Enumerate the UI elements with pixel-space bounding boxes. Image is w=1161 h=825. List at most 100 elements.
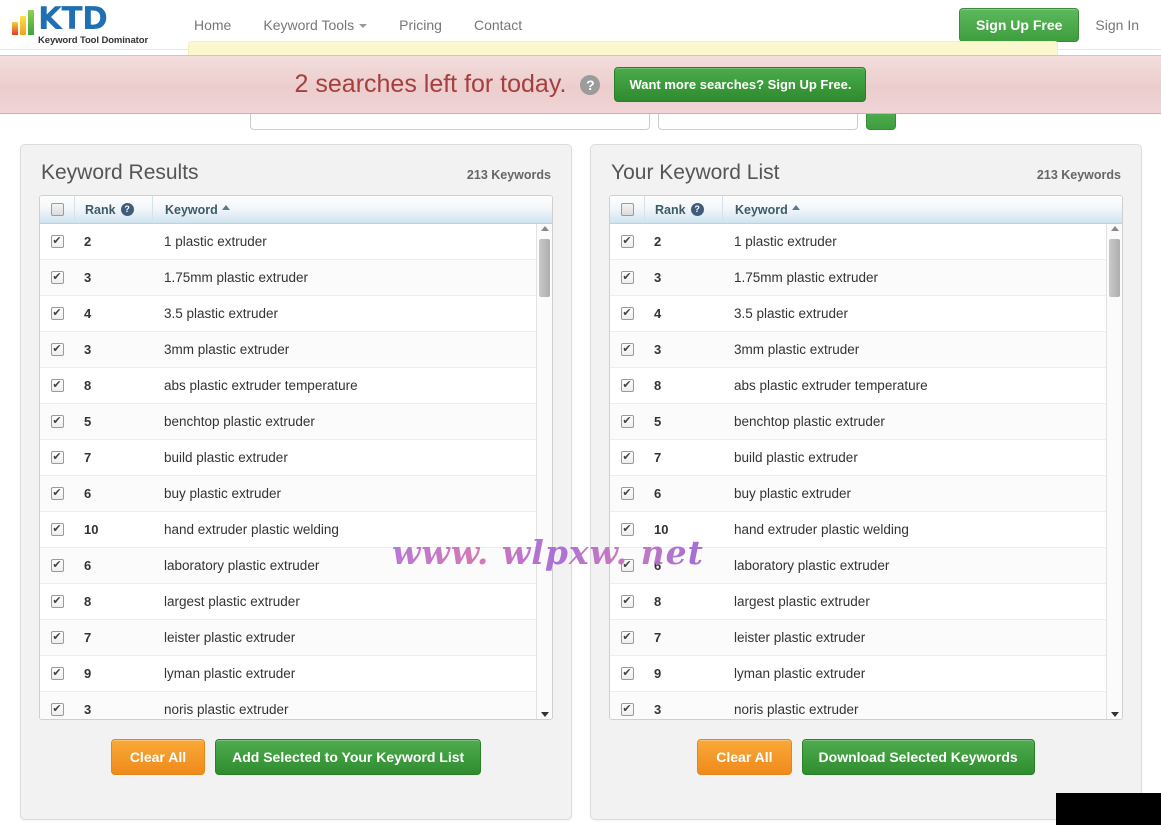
- select-all-list-checkbox[interactable]: [620, 203, 634, 216]
- row-checkbox-cell: ✔: [40, 271, 74, 284]
- table-row[interactable]: ✔ 8 largest plastic extruder: [610, 584, 1106, 620]
- table-row[interactable]: ✔ 7 leister plastic extruder: [610, 620, 1106, 656]
- scroll-track[interactable]: [537, 231, 552, 712]
- table-row[interactable]: ✔ 10 hand extruder plastic welding: [610, 512, 1106, 548]
- table-row[interactable]: ✔ 7 build plastic extruder: [610, 440, 1106, 476]
- row-checkbox-cell: ✔: [610, 415, 644, 428]
- scroll-down-icon[interactable]: [540, 712, 549, 717]
- list-row-checkbox[interactable]: ✔: [620, 631, 634, 644]
- add-selected-to-keyword-list-button[interactable]: Add Selected to Your Keyword List: [215, 739, 482, 775]
- results-row-checkbox[interactable]: ✔: [50, 451, 64, 464]
- row-rank-value: 3: [654, 270, 662, 285]
- table-row[interactable]: ✔ 2 1 plastic extruder: [40, 224, 536, 260]
- rank-help-icon[interactable]: ?: [690, 203, 704, 216]
- list-row-checkbox[interactable]: ✔: [620, 523, 634, 536]
- table-row[interactable]: ✔ 8 largest plastic extruder: [40, 584, 536, 620]
- your-keyword-list-scrollbar[interactable]: [1106, 224, 1122, 719]
- list-rank-column-header[interactable]: Rank ?: [644, 196, 722, 223]
- list-row-checkbox[interactable]: ✔: [620, 487, 634, 500]
- table-row[interactable]: ✔ 10 hand extruder plastic welding: [40, 512, 536, 548]
- table-row[interactable]: ✔ 3 3mm plastic extruder: [40, 332, 536, 368]
- results-row-checkbox[interactable]: ✔: [50, 667, 64, 680]
- scroll-thumb[interactable]: [1109, 239, 1120, 297]
- list-row-checkbox[interactable]: ✔: [620, 595, 634, 608]
- list-row-checkbox[interactable]: ✔: [620, 667, 634, 680]
- results-row-checkbox[interactable]: ✔: [50, 559, 64, 572]
- row-keyword-value: leister plastic extruder: [734, 630, 866, 645]
- list-row-checkbox[interactable]: ✔: [620, 415, 634, 428]
- results-row-checkbox[interactable]: ✔: [50, 235, 64, 248]
- table-row[interactable]: ✔ 6 laboratory plastic extruder: [610, 548, 1106, 584]
- table-row[interactable]: ✔ 6 buy plastic extruder: [40, 476, 536, 512]
- row-keyword-value: noris plastic extruder: [164, 702, 289, 717]
- table-row[interactable]: ✔ 8 abs plastic extruder temperature: [40, 368, 536, 404]
- table-row[interactable]: ✔ 5 benchtop plastic extruder: [40, 404, 536, 440]
- table-row[interactable]: ✔ 9 lyman plastic extruder: [610, 656, 1106, 692]
- table-row[interactable]: ✔ 3 noris plastic extruder: [40, 692, 536, 719]
- table-row[interactable]: ✔ 4 3.5 plastic extruder: [610, 296, 1106, 332]
- select-all-results-checkbox[interactable]: [50, 203, 64, 216]
- scroll-down-icon[interactable]: [1110, 712, 1119, 717]
- row-keyword-value: leister plastic extruder: [164, 630, 296, 645]
- list-row-checkbox[interactable]: ✔: [620, 235, 634, 248]
- table-row[interactable]: ✔ 2 1 plastic extruder: [610, 224, 1106, 260]
- results-rank-column-header[interactable]: Rank ?: [74, 196, 152, 223]
- scroll-track[interactable]: [1107, 231, 1122, 712]
- table-row[interactable]: ✔ 3 3mm plastic extruder: [610, 332, 1106, 368]
- table-row[interactable]: ✔ 3 noris plastic extruder: [610, 692, 1106, 719]
- row-rank-value: 8: [654, 378, 662, 393]
- results-row-checkbox[interactable]: ✔: [50, 307, 64, 320]
- rank-help-icon[interactable]: ?: [120, 203, 134, 216]
- table-row[interactable]: ✔ 8 abs plastic extruder temperature: [610, 368, 1106, 404]
- sign-in-link[interactable]: Sign In: [1087, 17, 1147, 33]
- table-row[interactable]: ✔ 4 3.5 plastic extruder: [40, 296, 536, 332]
- row-checkbox-cell: ✔: [610, 631, 644, 644]
- your-keyword-list-rows: ✔ 2 1 plastic extruder ✔ 3 1.75mm plastic ext…: [610, 224, 1106, 719]
- sign-up-free-button[interactable]: Sign Up Free: [959, 7, 1080, 42]
- table-row[interactable]: ✔ 7 leister plastic extruder: [40, 620, 536, 656]
- row-rank-value: 6: [84, 486, 92, 501]
- table-row[interactable]: ✔ 9 lyman plastic extruder: [40, 656, 536, 692]
- results-row-checkbox[interactable]: ✔: [50, 703, 64, 716]
- table-row[interactable]: ✔ 3 1.75mm plastic extruder: [610, 260, 1106, 296]
- results-row-checkbox[interactable]: ✔: [50, 415, 64, 428]
- results-row-checkbox[interactable]: ✔: [50, 343, 64, 356]
- row-keyword-value: 1 plastic extruder: [164, 234, 267, 249]
- keyword-results-panel: Keyword Results 213 Keywords Rank ? Keyw…: [20, 144, 572, 820]
- table-row[interactable]: ✔ 6 buy plastic extruder: [610, 476, 1106, 512]
- table-row[interactable]: ✔ 6 laboratory plastic extruder: [40, 548, 536, 584]
- row-rank-value: 3: [84, 342, 92, 357]
- table-row[interactable]: ✔ 3 1.75mm plastic extruder: [40, 260, 536, 296]
- help-icon[interactable]: ?: [580, 74, 601, 95]
- results-row-checkbox[interactable]: ✔: [50, 595, 64, 608]
- table-row[interactable]: ✔ 5 benchtop plastic extruder: [610, 404, 1106, 440]
- list-row-checkbox[interactable]: ✔: [620, 703, 634, 716]
- results-row-checkbox[interactable]: ✔: [50, 487, 64, 500]
- download-selected-keywords-button[interactable]: Download Selected Keywords: [801, 739, 1035, 775]
- brand-logo[interactable]: KTD Keyword Tool Dominator: [0, 3, 160, 46]
- results-clear-all-button[interactable]: Clear All: [110, 739, 206, 775]
- table-row[interactable]: ✔ 7 build plastic extruder: [40, 440, 536, 476]
- results-row-checkbox[interactable]: ✔: [50, 379, 64, 392]
- sort-ascending-icon: [791, 205, 800, 210]
- list-row-checkbox[interactable]: ✔: [620, 451, 634, 464]
- list-clear-all-button[interactable]: Clear All: [697, 739, 792, 775]
- row-keyword-value: largest plastic extruder: [734, 594, 870, 609]
- scroll-thumb[interactable]: [539, 239, 550, 297]
- list-row-checkbox[interactable]: ✔: [620, 271, 634, 284]
- results-row-checkbox[interactable]: ✔: [50, 271, 64, 284]
- row-checkbox-cell: ✔: [40, 559, 74, 572]
- list-row-checkbox[interactable]: ✔: [620, 343, 634, 356]
- list-row-checkbox[interactable]: ✔: [620, 379, 634, 392]
- results-row-checkbox[interactable]: ✔: [50, 523, 64, 536]
- list-row-checkbox[interactable]: ✔: [620, 559, 634, 572]
- row-checkbox-cell: ✔: [610, 343, 644, 356]
- your-keyword-list-actions: Clear All Download Selected Keywords: [591, 739, 1141, 775]
- results-keyword-column-header[interactable]: Keyword: [152, 196, 552, 223]
- keyword-results-scrollbar[interactable]: [536, 224, 552, 719]
- list-keyword-column-header[interactable]: Keyword: [722, 196, 1122, 223]
- list-row-checkbox[interactable]: ✔: [620, 307, 634, 320]
- results-row-checkbox[interactable]: ✔: [50, 631, 64, 644]
- want-more-searches-button[interactable]: Want more searches? Sign Up Free.: [614, 67, 867, 102]
- select-all-results-cell: [40, 203, 74, 216]
